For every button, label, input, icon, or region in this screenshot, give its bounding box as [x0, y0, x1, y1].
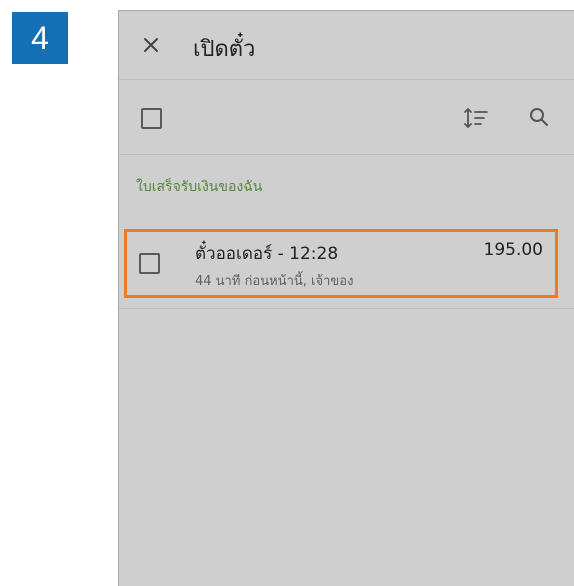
row-divider: [119, 308, 574, 309]
step-badge: 4: [12, 12, 68, 64]
title-bar: เปิดตั๋ว: [119, 11, 574, 80]
ticket-amount: 195.00: [483, 240, 543, 260]
toolbar: [119, 80, 574, 155]
ticket-checkbox[interactable]: [139, 253, 160, 274]
search-icon[interactable]: [527, 105, 551, 129]
page-title: เปิดตั๋ว: [193, 37, 256, 62]
sort-icon[interactable]: [463, 106, 489, 130]
section-header: ใบเสร็จรับเงินของฉัน: [136, 179, 263, 195]
ticket-name: ตั๋วออเดอร์ - 12:28: [195, 244, 339, 264]
ticket-subtitle: 44 นาที ก่อนหน้านี้, เจ้าของ: [195, 274, 354, 289]
close-icon[interactable]: [139, 33, 163, 57]
ticket-row[interactable]: ตั๋วออเดอร์ - 12:28 44 นาที ก่อนหน้านี้,…: [124, 229, 558, 298]
open-tickets-panel: เปิดตั๋ว ใบเสร็จรับเงินของฉัน ตั๋วออเดอร…: [118, 10, 574, 586]
select-all-checkbox[interactable]: [141, 108, 162, 129]
